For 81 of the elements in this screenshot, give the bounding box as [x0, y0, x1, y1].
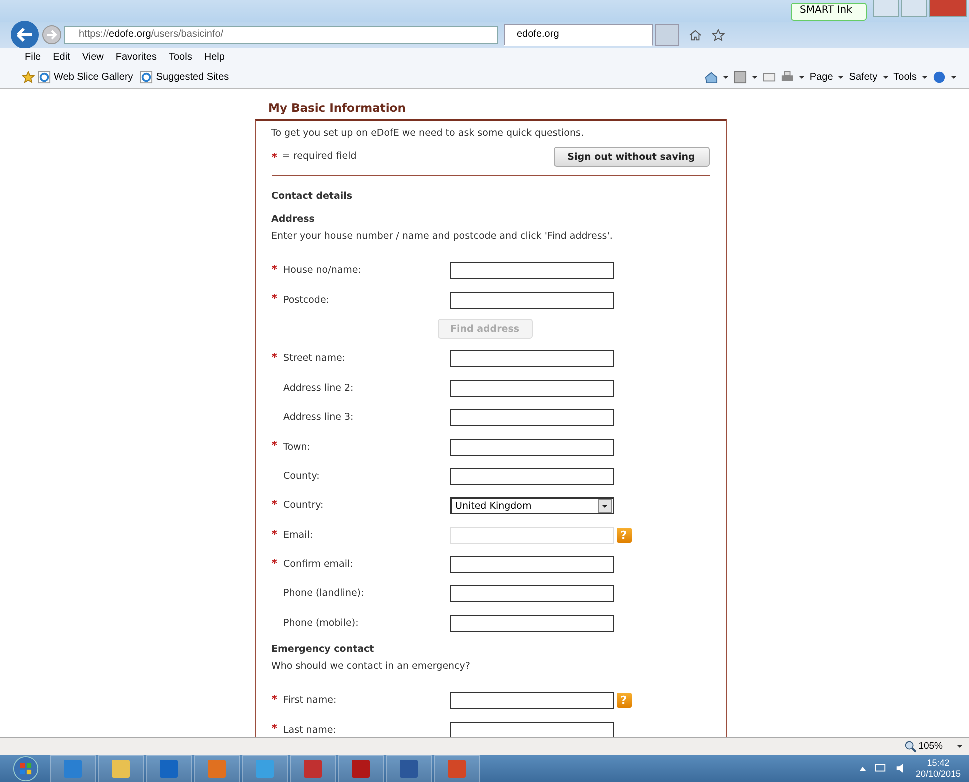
input-field[interactable] [450, 722, 614, 737]
taskbar-app-icon[interactable] [146, 754, 192, 782]
taskbar-app-icon[interactable] [386, 754, 432, 782]
home-icon[interactable] [689, 28, 702, 42]
field-label: County: [284, 470, 321, 482]
caret-icon[interactable] [838, 76, 844, 78]
menu-item[interactable]: Help [204, 52, 225, 62]
input-field[interactable] [450, 438, 614, 456]
field-label: First name: [284, 695, 338, 706]
home-icon[interactable] [704, 70, 718, 84]
field-label: Phone (landline): [284, 588, 366, 600]
menu-item[interactable]: Tools [168, 52, 192, 62]
caret-icon[interactable] [951, 76, 957, 78]
browser-tab[interactable]: edofe.org [504, 24, 653, 46]
caret-icon[interactable] [922, 76, 928, 78]
command-menu[interactable]: Tools [894, 72, 917, 82]
field-label: Town: [284, 442, 312, 453]
zoom-icon[interactable] [904, 740, 917, 753]
field-label: House no/name: [284, 265, 362, 276]
caret-icon[interactable] [798, 76, 805, 78]
intro-text: To get you set up on eDofE we need to ask some quick questions. [272, 128, 585, 139]
menu-item[interactable]: File [25, 52, 42, 62]
favorite-link[interactable]: Suggested Sites [156, 72, 230, 82]
caret-icon[interactable] [882, 76, 889, 78]
input-field[interactable] [450, 350, 614, 368]
back-button[interactable] [10, 20, 40, 50]
input-field[interactable] [450, 556, 614, 574]
section-heading: Emergency contact [272, 643, 376, 658]
caret-icon[interactable] [722, 76, 729, 78]
address-bar[interactable]: https://edofe.org/users/basicinfo/ [64, 26, 498, 44]
caret-icon[interactable] [752, 76, 758, 78]
field-label: Last name: [284, 724, 338, 736]
page-title: My Basic Information [268, 101, 407, 115]
page-icon [140, 70, 154, 84]
field-label: Phone (mobile): [284, 618, 360, 629]
input-field[interactable] [450, 409, 614, 426]
field-label: Address line 2: [284, 382, 355, 394]
mail-icon[interactable] [762, 70, 776, 84]
sign-out-button[interactable]: Sign out without saving [554, 147, 710, 167]
field-label: Email: [284, 530, 314, 541]
input-field[interactable] [450, 262, 614, 280]
command-menu[interactable]: Page [810, 72, 834, 82]
section-heading: Contact details [272, 190, 354, 204]
zoom-level[interactable]: 105% [918, 741, 943, 752]
input-field[interactable] [450, 585, 614, 602]
menu-item[interactable]: Favorites [116, 52, 157, 62]
field-label: Postcode: [284, 294, 330, 306]
country-dropdown[interactable]: United Kingdom [450, 497, 614, 514]
command-menu[interactable]: Safety [849, 72, 878, 82]
printer-icon[interactable] [780, 70, 794, 84]
star-icon[interactable] [712, 28, 725, 42]
page-icon [38, 70, 51, 84]
required-legend: = required field [282, 151, 357, 162]
input-field[interactable] [450, 692, 614, 710]
input-field[interactable] [450, 614, 614, 632]
help-icon[interactable] [933, 70, 946, 84]
menu-item[interactable]: View [82, 52, 104, 62]
network-icon[interactable] [874, 762, 887, 775]
caret-icon[interactable] [957, 745, 963, 748]
favorites-star-icon[interactable] [22, 70, 35, 84]
feed-icon[interactable] [734, 70, 747, 84]
favorite-link[interactable]: Web Slice Gallery [54, 72, 134, 82]
input-field[interactable] [450, 380, 614, 397]
tray-arrow-icon[interactable] [860, 766, 866, 770]
clock[interactable]: 15:42 20/10/2015 [916, 758, 961, 780]
forward-button[interactable] [42, 25, 62, 45]
required-icon [272, 153, 276, 158]
instruction-text: Who should we contact in an emergency? [272, 661, 472, 674]
start-button[interactable] [12, 756, 40, 782]
field-label: Street name: [284, 353, 347, 364]
field-label: Country: [284, 500, 325, 512]
smart-ink-button[interactable]: SMART Ink [791, 3, 867, 21]
field-label: Address line 3: [284, 412, 355, 424]
input-field[interactable] [450, 292, 614, 309]
menu-item[interactable]: Edit [53, 52, 70, 62]
section-heading: Address [272, 213, 316, 227]
taskbar-app-icon[interactable] [338, 754, 384, 782]
instruction-text: Enter your house number / name and postcode and click 'Find address'. [272, 231, 614, 244]
input-field[interactable] [450, 468, 614, 485]
field-label: Confirm email: [284, 559, 354, 570]
taskbar-app-icon[interactable] [290, 754, 336, 782]
